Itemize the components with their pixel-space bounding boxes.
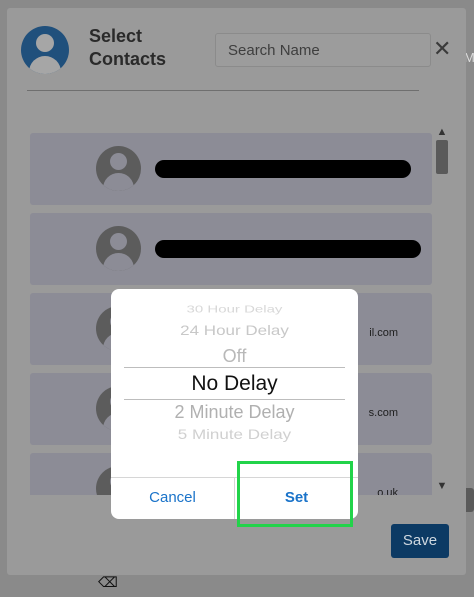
selection-line-top bbox=[124, 367, 345, 368]
contact-avatar-icon bbox=[96, 226, 141, 271]
picker-option[interactable]: 30 Hour Delay bbox=[111, 304, 358, 316]
modal-title: Select Contacts bbox=[89, 26, 167, 69]
header-divider bbox=[27, 90, 419, 91]
user-avatar-icon bbox=[21, 26, 69, 74]
search-name-input[interactable] bbox=[215, 33, 431, 67]
picker-option[interactable]: 5 Minute Delay bbox=[111, 427, 358, 443]
contact-email: s.com bbox=[368, 407, 398, 419]
contact-email: o.uk bbox=[377, 487, 398, 495]
contact-avatar-icon bbox=[96, 146, 141, 191]
contact-row[interactable] bbox=[30, 213, 432, 285]
close-icon[interactable]: ✕ bbox=[433, 38, 451, 60]
redacted-name bbox=[155, 160, 411, 178]
picker-option[interactable]: 24 Hour Delay bbox=[111, 323, 358, 339]
delay-picker-wheel[interactable]: 30 Hour Delay 24 Hour Delay Off No Delay… bbox=[111, 289, 358, 477]
save-button[interactable]: Save bbox=[391, 524, 449, 558]
redacted-name bbox=[155, 240, 421, 258]
eraser-icon[interactable]: ⌫ bbox=[98, 574, 118, 591]
picker-option[interactable]: 2 Minute Delay bbox=[111, 402, 358, 423]
contact-email: il.com bbox=[369, 327, 398, 339]
scroll-down-icon[interactable]: ▼ bbox=[435, 480, 449, 492]
contact-row[interactable] bbox=[30, 133, 432, 205]
scroll-up-icon[interactable]: ▲ bbox=[435, 126, 449, 138]
picker-option[interactable]: Off bbox=[111, 346, 358, 367]
contacts-scrollbar[interactable]: ▲ ▼ bbox=[435, 126, 449, 496]
set-button-highlight bbox=[237, 461, 353, 527]
scroll-thumb[interactable] bbox=[436, 140, 448, 174]
selection-line-bottom bbox=[124, 399, 345, 400]
picker-selected-option[interactable]: No Delay bbox=[111, 372, 358, 396]
cancel-button[interactable]: Cancel bbox=[111, 478, 234, 519]
